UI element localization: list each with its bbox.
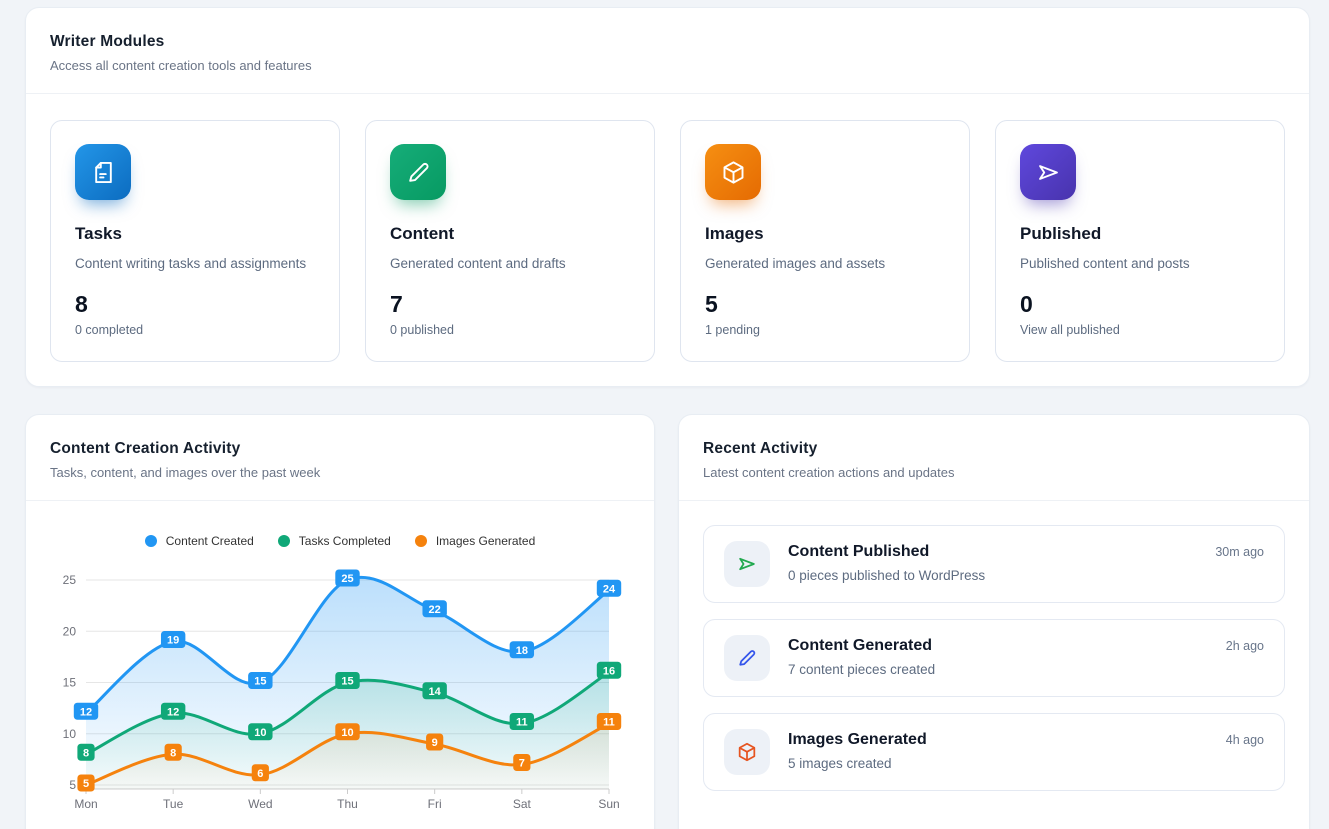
recent-activity-section: Recent Activity Latest content creation … <box>678 414 1310 829</box>
activity-time: 2h ago <box>1226 639 1264 653</box>
svg-text:Tue: Tue <box>163 797 184 811</box>
svg-text:15: 15 <box>254 676 266 688</box>
svg-text:24: 24 <box>603 584 616 596</box>
activity-time: 4h ago <box>1226 733 1264 747</box>
svg-text:8: 8 <box>83 748 89 760</box>
legend-label: Tasks Completed <box>299 534 391 548</box>
legend-dot <box>145 535 157 547</box>
module-card-tasks[interactable]: Tasks Content writing tasks and assignme… <box>50 120 340 362</box>
module-sublabel: 1 pending <box>705 323 945 337</box>
module-sublabel: 0 published <box>390 323 630 337</box>
cube-icon <box>724 729 770 775</box>
legend-dot <box>278 535 290 547</box>
svg-text:8: 8 <box>170 748 176 760</box>
svg-text:16: 16 <box>603 666 615 678</box>
module-count: 0 <box>1020 291 1260 318</box>
svg-text:Wed: Wed <box>248 797 272 811</box>
chart-header: Content Creation Activity Tasks, content… <box>26 415 654 501</box>
svg-text:6: 6 <box>257 768 263 780</box>
activity-description: 5 images created <box>788 756 1264 771</box>
module-card-published[interactable]: Published Published content and posts 0 … <box>995 120 1285 362</box>
module-title: Content <box>390 224 630 244</box>
svg-text:10: 10 <box>254 727 266 739</box>
module-sublabel: 0 completed <box>75 323 315 337</box>
activity-item-content-generated: Content Generated 2h ago 7 content piece… <box>703 619 1285 697</box>
svg-text:Fri: Fri <box>428 797 442 811</box>
legend-item[interactable]: Tasks Completed <box>278 534 391 548</box>
chart-legend: Content Created Tasks Completed Images Gen… <box>26 532 654 550</box>
module-count: 7 <box>390 291 630 318</box>
svg-text:11: 11 <box>603 717 615 729</box>
recent-activity-header: Recent Activity Latest content creation … <box>679 415 1309 501</box>
svg-text:18: 18 <box>516 645 528 657</box>
activity-description: 0 pieces published to WordPress <box>788 568 1264 583</box>
module-title: Tasks <box>75 224 315 244</box>
module-description: Published content and posts <box>1020 255 1260 273</box>
svg-text:7: 7 <box>519 758 525 770</box>
activity-line-chart: 5 10 15 20 25 Mon Tue Wed Thu Fri Sat Sun 12 19 15 25 22… <box>26 556 656 825</box>
writer-modules-title: Writer Modules <box>50 33 1285 51</box>
svg-text:Sun: Sun <box>598 797 619 811</box>
svg-text:25: 25 <box>341 573 353 585</box>
svg-text:5: 5 <box>69 778 76 792</box>
activity-title: Content Generated <box>788 637 932 655</box>
module-description: Content writing tasks and assignments <box>75 255 315 273</box>
content-creation-activity-section: Content Creation Activity Tasks, content… <box>25 414 655 829</box>
send-icon <box>1020 144 1076 200</box>
legend-item[interactable]: Images Generated <box>415 534 535 548</box>
legend-item[interactable]: Content Created <box>145 534 254 548</box>
chart-body: Content Created Tasks Completed Images Gen… <box>26 532 654 825</box>
recent-activity-subtitle: Latest content creation actions and upda… <box>703 465 1285 480</box>
module-sublabel: View all published <box>1020 323 1260 337</box>
writer-modules-section: Writer Modules Access all content creati… <box>25 7 1310 387</box>
send-icon <box>724 541 770 587</box>
activity-title: Images Generated <box>788 731 927 749</box>
svg-text:Thu: Thu <box>337 797 358 811</box>
file-text-icon <box>75 144 131 200</box>
module-count: 8 <box>75 291 315 318</box>
svg-text:10: 10 <box>341 727 353 739</box>
activity-time: 30m ago <box>1215 545 1264 559</box>
legend-label: Content Created <box>166 534 254 548</box>
module-description: Generated content and drafts <box>390 255 630 273</box>
svg-text:10: 10 <box>63 727 77 741</box>
svg-text:20: 20 <box>63 624 77 638</box>
writer-modules-subtitle: Access all content creation tools and fe… <box>50 58 1285 73</box>
chart-subtitle: Tasks, content, and images over the past… <box>50 465 630 480</box>
writer-modules-header: Writer Modules Access all content creati… <box>26 8 1309 94</box>
svg-text:Sat: Sat <box>513 797 532 811</box>
svg-text:12: 12 <box>80 707 92 719</box>
svg-text:12: 12 <box>167 707 179 719</box>
activity-item-images-generated: Images Generated 4h ago 5 images created <box>703 713 1285 791</box>
svg-text:25: 25 <box>63 573 77 587</box>
svg-text:Mon: Mon <box>74 797 97 811</box>
svg-text:22: 22 <box>429 604 441 616</box>
pencil-icon <box>390 144 446 200</box>
pencil-icon <box>724 635 770 681</box>
module-count: 5 <box>705 291 945 318</box>
recent-activity-title: Recent Activity <box>703 440 1285 458</box>
module-description: Generated images and assets <box>705 255 945 273</box>
module-title: Images <box>705 224 945 244</box>
module-card-content[interactable]: Content Generated content and drafts 7 0… <box>365 120 655 362</box>
module-title: Published <box>1020 224 1260 244</box>
activity-description: 7 content pieces created <box>788 662 1264 677</box>
activity-item-content-published: Content Published 30m ago 0 pieces publi… <box>703 525 1285 603</box>
svg-text:5: 5 <box>83 778 89 790</box>
svg-text:19: 19 <box>167 635 179 647</box>
svg-text:15: 15 <box>63 676 77 690</box>
svg-text:14: 14 <box>429 686 442 698</box>
svg-text:11: 11 <box>516 717 528 729</box>
cube-icon <box>705 144 761 200</box>
dashboard-page: Writer Modules Access all content creati… <box>0 0 1329 829</box>
legend-dot <box>415 535 427 547</box>
svg-text:9: 9 <box>432 737 438 749</box>
svg-text:15: 15 <box>341 676 353 688</box>
legend-label: Images Generated <box>436 534 535 548</box>
module-card-images[interactable]: Images Generated images and assets 5 1 p… <box>680 120 970 362</box>
chart-title: Content Creation Activity <box>50 440 630 458</box>
activity-title: Content Published <box>788 543 929 561</box>
activity-list: Content Published 30m ago 0 pieces publi… <box>679 501 1309 815</box>
modules-grid: Tasks Content writing tasks and assignme… <box>26 94 1309 386</box>
